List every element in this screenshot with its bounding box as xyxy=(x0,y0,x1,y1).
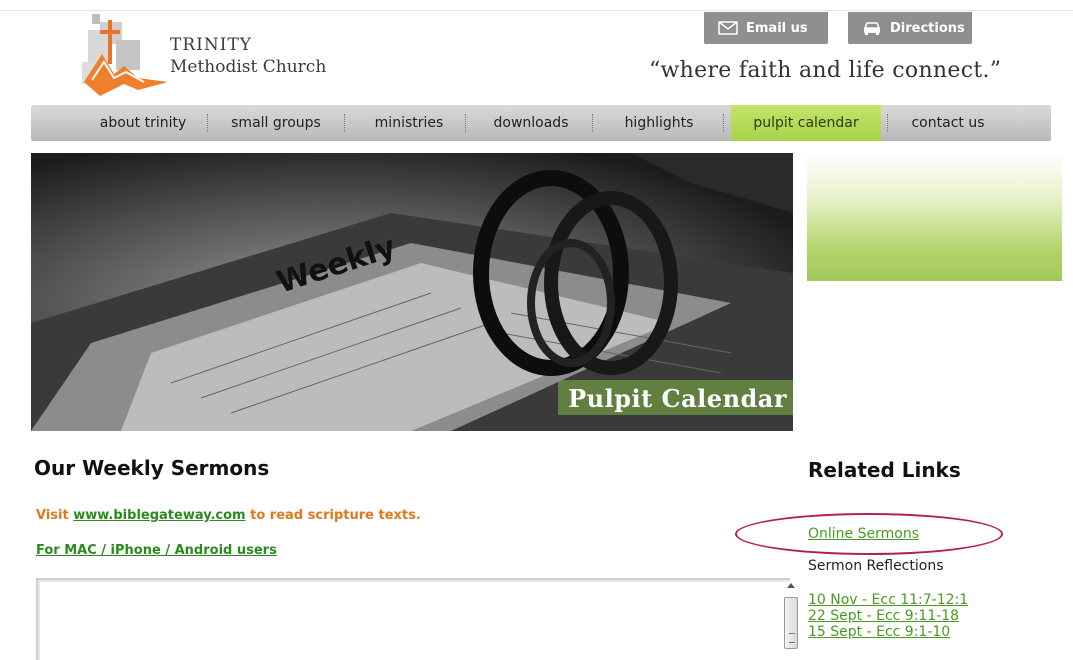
directions-label: Directions xyxy=(890,20,965,36)
hero-caption: Pulpit Calendar xyxy=(558,380,793,415)
scroll-up-icon[interactable] xyxy=(787,583,795,588)
reflection-link[interactable]: 15 Sept - Ecc 9:1-10 xyxy=(808,624,968,640)
logo-text: TRINITY Methodist Church xyxy=(170,34,326,78)
green-feature-box xyxy=(807,153,1062,281)
nav-separator xyxy=(723,114,724,132)
logo-title: TRINITY xyxy=(170,35,253,55)
page-title: Our Weekly Sermons xyxy=(34,456,270,480)
scroll-thumb[interactable] xyxy=(784,597,798,649)
nav-separator xyxy=(344,114,345,132)
car-icon xyxy=(862,20,882,36)
nav-about-trinity[interactable]: about trinity xyxy=(83,105,203,141)
nav-separator xyxy=(592,114,593,132)
nav-highlights[interactable]: highlights xyxy=(599,105,719,141)
tagline: “where faith and life connect.” xyxy=(649,58,1002,83)
nav-separator xyxy=(465,114,466,132)
related-links-title: Related Links xyxy=(808,458,961,482)
nav-ministries[interactable]: ministries xyxy=(349,105,469,141)
biblegateway-link[interactable]: www.biblegateway.com xyxy=(73,508,245,523)
nav-small-groups[interactable]: small groups xyxy=(211,105,341,141)
scrollbar[interactable] xyxy=(783,583,799,653)
sermon-player-frame[interactable] xyxy=(36,578,790,660)
visit-suffix: to read scripture texts. xyxy=(245,508,421,523)
email-us-label: Email us xyxy=(746,20,808,36)
sermon-reflections-list: 10 Nov - Ecc 11:7-12:1 22 Sept - Ecc 9:1… xyxy=(808,592,968,640)
logo-subtitle: Methodist Church xyxy=(170,57,327,77)
main-nav: about trinity small groups ministries do… xyxy=(31,105,1051,141)
directions-button[interactable]: Directions xyxy=(848,12,972,44)
nav-pulpit-calendar[interactable]: pulpit calendar xyxy=(731,105,881,141)
hero-banner: Weekly Pulpit Calendar xyxy=(31,153,793,431)
top-divider xyxy=(0,10,1073,11)
visit-line: Visit www.biblegateway.com to read scrip… xyxy=(36,508,421,523)
sermon-reflections-label: Sermon Reflections xyxy=(808,558,944,574)
visit-prefix: Visit xyxy=(36,508,74,523)
online-sermons-link[interactable]: Online Sermons xyxy=(808,526,919,542)
mac-iphone-android-link[interactable]: For MAC / iPhone / Android users xyxy=(36,543,277,558)
nav-downloads[interactable]: downloads xyxy=(471,105,591,141)
nav-separator xyxy=(207,114,208,132)
nav-separator xyxy=(887,114,888,132)
reflection-link[interactable]: 10 Nov - Ecc 11:7-12:1 xyxy=(808,592,968,608)
reflection-link[interactable]: 22 Sept - Ecc 9:11-18 xyxy=(808,608,968,624)
email-us-button[interactable]: Email us xyxy=(704,12,828,44)
envelope-icon xyxy=(718,21,738,35)
church-logo[interactable] xyxy=(80,12,170,104)
nav-contact-us[interactable]: contact us xyxy=(893,105,1003,141)
grip-icon xyxy=(789,633,795,643)
